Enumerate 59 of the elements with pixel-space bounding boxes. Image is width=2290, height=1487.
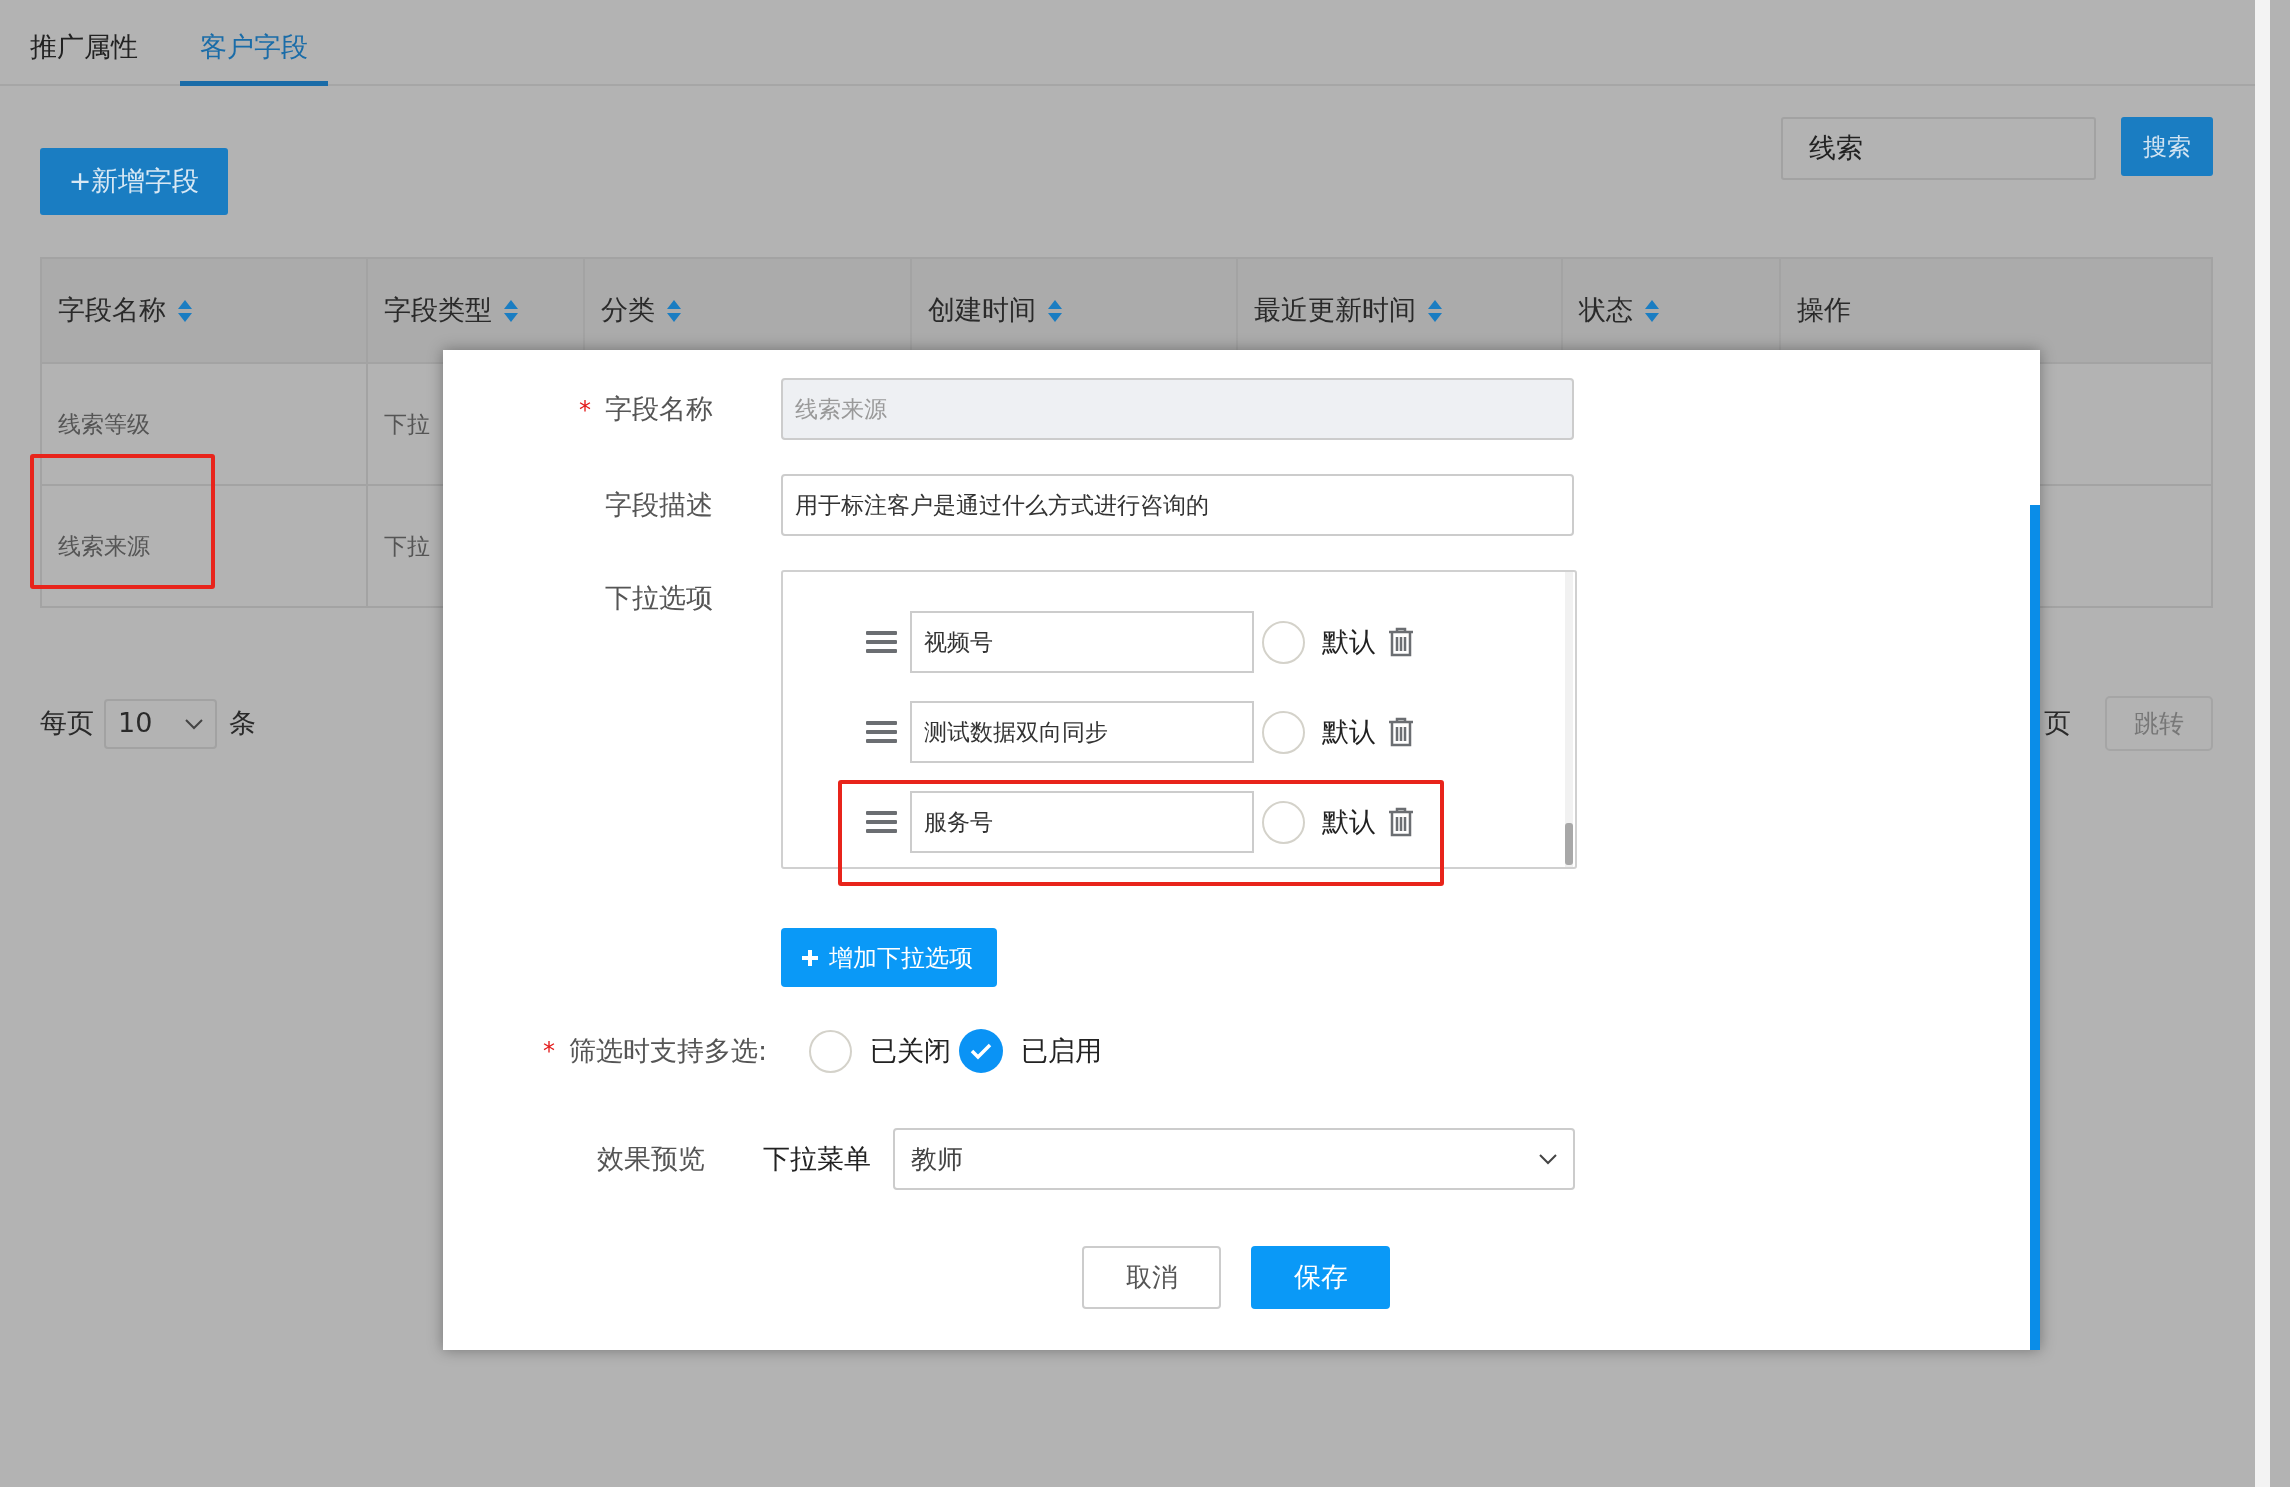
sort-icon[interactable] bbox=[1048, 300, 1062, 323]
option-field[interactable]: 测试数据双向同步 bbox=[910, 701, 1254, 763]
field-label: 字段名称 bbox=[605, 392, 713, 424]
default-label: 默认 bbox=[1322, 624, 1376, 659]
unit-label: 条 bbox=[229, 706, 256, 741]
checked-radio[interactable] bbox=[959, 1029, 1004, 1073]
cancel-button[interactable]: 取消 bbox=[1082, 1246, 1221, 1309]
select-label: 下拉菜单 bbox=[763, 1141, 871, 1176]
plus-icon bbox=[801, 948, 819, 967]
chevron-down-icon bbox=[1539, 1153, 1557, 1165]
column-header: 状态 bbox=[1579, 294, 1633, 326]
search-field[interactable]: 线索 bbox=[1781, 117, 2096, 180]
page-size-select[interactable]: 10 bbox=[104, 698, 217, 749]
sort-icon[interactable] bbox=[178, 300, 192, 323]
column-header: 创建时间 bbox=[928, 294, 1036, 326]
field-label: 字段描述 bbox=[605, 488, 713, 520]
description-field[interactable]: 用于标注客户是通过什么方式进行咨询的 bbox=[781, 474, 1574, 536]
option-field[interactable]: 视频号 bbox=[910, 611, 1254, 673]
trash-icon[interactable] bbox=[1388, 717, 1414, 747]
page-label: 页 bbox=[2044, 706, 2071, 741]
preview-select[interactable]: 教师 bbox=[893, 1128, 1575, 1190]
scrollbar-thumb[interactable] bbox=[1565, 823, 1573, 865]
default-radio[interactable] bbox=[1262, 710, 1305, 754]
per-page-label: 每页 bbox=[40, 706, 94, 741]
table-cell: 线索来源 bbox=[58, 532, 150, 559]
column-header: 字段类型 bbox=[384, 294, 492, 326]
column-header: 字段名称 bbox=[58, 294, 166, 326]
option-field[interactable]: 服务号 bbox=[910, 791, 1254, 853]
drag-handle-icon[interactable] bbox=[866, 721, 897, 743]
default-label: 默认 bbox=[1322, 714, 1376, 749]
default-label: 默认 bbox=[1322, 804, 1376, 839]
chevron-down-icon bbox=[185, 717, 203, 730]
column-header: 分类 bbox=[601, 294, 655, 326]
table-cell: 线索等级 bbox=[58, 410, 150, 437]
column-header: 操作 bbox=[1797, 294, 1851, 326]
tab[interactable]: 推广属性 bbox=[30, 0, 138, 86]
drag-handle-icon[interactable] bbox=[866, 631, 897, 653]
required-mark: * bbox=[579, 395, 591, 424]
table-cell: 下拉 bbox=[384, 532, 430, 559]
default-radio[interactable] bbox=[1262, 800, 1305, 844]
trash-icon[interactable] bbox=[1388, 807, 1414, 837]
scrollbar-thumb[interactable] bbox=[2030, 505, 2040, 1350]
radio-button[interactable] bbox=[809, 1029, 853, 1073]
sort-icon[interactable] bbox=[1428, 300, 1442, 323]
trash-icon[interactable] bbox=[1388, 627, 1414, 657]
radio-label: 已启用 bbox=[1021, 1033, 1103, 1068]
sort-icon[interactable] bbox=[504, 300, 518, 323]
preview-label: 效果预览 bbox=[597, 1141, 705, 1176]
field-label: 筛选时支持多选: bbox=[569, 1033, 768, 1068]
sort-icon[interactable] bbox=[1645, 300, 1659, 323]
table-cell: 下拉 bbox=[384, 410, 430, 437]
sort-icon[interactable] bbox=[667, 300, 681, 323]
column-header: 最近更新时间 bbox=[1254, 294, 1416, 326]
required-mark: * bbox=[543, 1036, 555, 1067]
default-radio[interactable] bbox=[1262, 620, 1305, 664]
add-field-button[interactable]: +新增字段 bbox=[40, 148, 228, 215]
radio-label: 已关闭 bbox=[870, 1033, 952, 1068]
field-label: 下拉选项 bbox=[605, 582, 713, 613]
drag-handle-icon[interactable] bbox=[866, 811, 897, 833]
